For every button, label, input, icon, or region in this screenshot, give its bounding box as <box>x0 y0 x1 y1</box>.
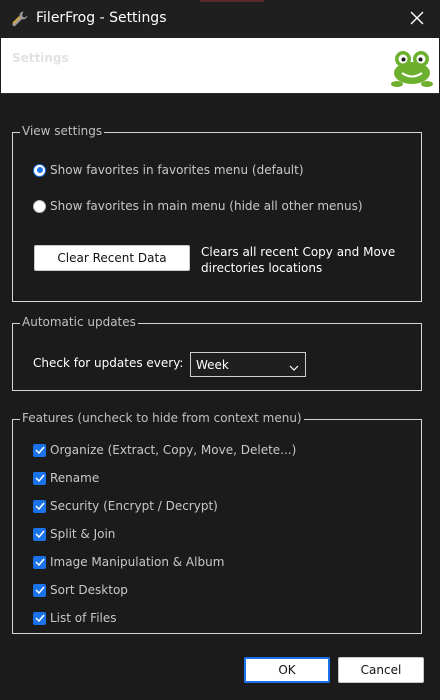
close-icon <box>410 10 424 29</box>
radio-main-menu[interactable]: Show favorites in main menu (hide all ot… <box>33 199 363 213</box>
feature-checkbox-row[interactable]: Security (Encrypt / Decrypt) <box>33 499 218 513</box>
feature-label: List of Files <box>50 611 117 625</box>
feature-label: Organize (Extract, Copy, Move, Delete...… <box>50 443 297 457</box>
close-button[interactable] <box>394 0 440 38</box>
feature-checkbox-row[interactable]: Rename <box>33 471 99 485</box>
wrench-icon <box>10 9 30 29</box>
title-bar: FilerFrog - Settings <box>0 0 440 38</box>
feature-label: Split & Join <box>50 527 116 541</box>
update-frequency-select[interactable]: Week <box>190 352 306 377</box>
radio-button-unchecked[interactable] <box>33 199 46 213</box>
frog-logo <box>389 46 435 88</box>
features-group: Features (uncheck to hide from context m… <box>12 411 422 634</box>
view-settings-group: View settings Show favorites in favorite… <box>12 124 422 302</box>
feature-label: Security (Encrypt / Decrypt) <box>50 499 218 513</box>
settings-content: View settings Show favorites in favorite… <box>0 93 440 700</box>
checkbox-checked[interactable] <box>33 611 46 625</box>
radio-main-menu-label: Show favorites in main menu (hide all ot… <box>50 199 363 213</box>
settings-header: Settings <box>1 38 439 93</box>
features-legend: Features (uncheck to hide from context m… <box>20 411 304 425</box>
radio-button-checked[interactable] <box>33 163 46 177</box>
checkbox-checked[interactable] <box>33 527 46 541</box>
chevron-down-icon <box>289 361 299 375</box>
header-title: Settings <box>12 51 69 65</box>
checkbox-checked[interactable] <box>33 499 46 513</box>
feature-label: Sort Desktop <box>50 583 128 597</box>
checkbox-checked[interactable] <box>33 471 46 485</box>
update-frequency-value: Week <box>196 357 229 372</box>
feature-label: Rename <box>50 471 100 485</box>
checkbox-checked[interactable] <box>33 443 46 457</box>
checkbox-checked[interactable] <box>33 555 46 569</box>
window-title: FilerFrog - Settings <box>36 10 167 26</box>
title-accent <box>200 0 264 2</box>
cancel-button[interactable]: Cancel <box>338 657 424 683</box>
feature-checkbox-row[interactable]: List of Files <box>33 611 117 625</box>
checkbox-checked[interactable] <box>33 583 46 597</box>
feature-checkbox-row[interactable]: Split & Join <box>33 527 115 541</box>
automatic-updates-legend: Automatic updates <box>20 315 138 329</box>
radio-favorites-menu-label: Show favorites in favorites menu (defaul… <box>50 163 304 177</box>
feature-checkbox-row[interactable]: Image Manipulation & Album <box>33 555 224 569</box>
update-frequency-label: Check for updates every: <box>33 356 184 370</box>
clear-description: Clears all recent Copy and Move director… <box>201 245 396 275</box>
radio-favorites-menu[interactable]: Show favorites in favorites menu (defaul… <box>33 163 304 177</box>
feature-label: Image Manipulation & Album <box>50 555 225 569</box>
feature-checkbox-row[interactable]: Organize (Extract, Copy, Move, Delete...… <box>33 443 296 457</box>
ok-button[interactable]: OK <box>244 657 330 683</box>
clear-recent-data-button[interactable]: Clear Recent Data <box>34 245 190 271</box>
feature-checkbox-row[interactable]: Sort Desktop <box>33 583 128 597</box>
automatic-updates-group: Automatic updates Check for updates ever… <box>12 315 422 391</box>
view-settings-legend: View settings <box>20 124 105 138</box>
